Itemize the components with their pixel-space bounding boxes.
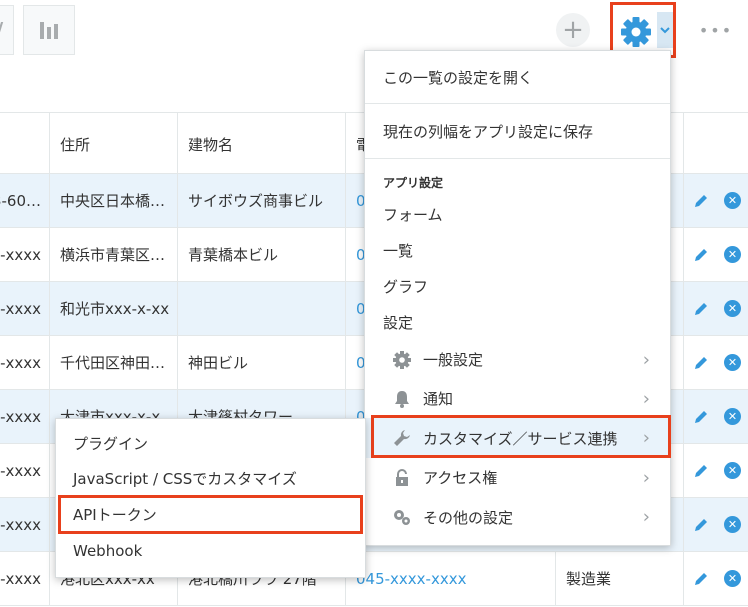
- menu-item-list[interactable]: 一覧: [365, 232, 670, 268]
- table-cell-address: 和光市xxx-x-xx: [49, 282, 177, 335]
- customize-submenu: プラグイン JavaScript / CSSでカスタマイズ APIトークン We…: [55, 418, 366, 578]
- submenu-item-js-css-customize[interactable]: JavaScript / CSSでカスタマイズ: [56, 461, 365, 496]
- menu-item-label: 一般設定: [423, 351, 484, 369]
- filter-icon: /: [0, 18, 3, 42]
- delete-icon[interactable]: ✕: [724, 516, 741, 533]
- delete-icon[interactable]: ✕: [724, 462, 741, 479]
- table-cell-address: 中央区日本橋…: [49, 174, 177, 227]
- bell-icon: [391, 388, 413, 410]
- column-header-address[interactable]: 住所: [49, 113, 177, 175]
- plus-icon: +: [562, 15, 584, 45]
- chevron-right-icon: ›: [642, 506, 650, 528]
- table-cell: 0-xxxx: [0, 407, 41, 426]
- filter-button[interactable]: /: [0, 5, 14, 55]
- row-actions: ✕: [683, 282, 748, 335]
- gear-icon: [391, 349, 413, 371]
- submenu-item-webhook[interactable]: Webhook: [56, 533, 365, 568]
- table-cell: 0-xxxx: [0, 461, 41, 480]
- chevron-down-icon[interactable]: [657, 12, 673, 48]
- menu-item-label: アクセス権: [423, 469, 498, 487]
- table-cell-building: 青葉橋本ビル: [177, 228, 345, 281]
- table-cell: -xxxx: [0, 353, 41, 372]
- menu-item-form[interactable]: フォーム: [365, 196, 670, 232]
- chevron-right-icon: ›: [642, 388, 650, 409]
- column-header-building[interactable]: 建物名: [177, 113, 345, 175]
- menu-item-other-settings[interactable]: その他の設定 ›: [365, 497, 670, 537]
- more-icon: •••: [698, 20, 734, 40]
- edit-pencil-icon[interactable]: [692, 192, 710, 210]
- row-actions: ✕: [683, 552, 748, 605]
- table-cell-phone[interactable]: 045-xxxx-xxxx: [345, 552, 555, 605]
- more-options-button[interactable]: •••: [696, 12, 736, 48]
- row-actions: ✕: [683, 498, 748, 551]
- menu-item-label: 通知: [423, 390, 454, 408]
- chevron-right-icon: ›: [642, 427, 650, 449]
- edit-pencil-icon[interactable]: [692, 300, 710, 318]
- bar-chart-icon: [40, 22, 58, 39]
- delete-icon[interactable]: ✕: [724, 300, 741, 317]
- edit-pencil-icon[interactable]: [692, 408, 710, 426]
- menu-item-label: カスタマイズ／サービス連携: [423, 429, 618, 448]
- menu-item-save-column-width[interactable]: 現在の列幅をアプリ設定に保存: [365, 104, 670, 158]
- menu-item-label: その他の設定: [423, 508, 514, 527]
- menu-item-customize-services[interactable]: カスタマイズ／サービス連携 ›: [365, 418, 670, 458]
- delete-icon[interactable]: ✕: [724, 570, 741, 587]
- menu-item-access-rights[interactable]: アクセス権 ›: [365, 458, 670, 497]
- row-actions: ✕: [683, 390, 748, 443]
- row-actions: ✕: [683, 174, 748, 227]
- table-cell: -xxxx: [0, 299, 41, 318]
- submenu-item-plugin[interactable]: プラグイン: [56, 426, 365, 461]
- row-actions: ✕: [683, 228, 748, 281]
- table-cell-building: サイボウズ商事ビル: [177, 174, 345, 227]
- gear-icon: [619, 15, 653, 49]
- menu-item-settings[interactable]: 設定: [365, 304, 670, 340]
- chevron-right-icon: ›: [642, 467, 650, 488]
- column-header-actions: [683, 113, 748, 175]
- edit-pencil-icon[interactable]: [692, 516, 710, 534]
- edit-pencil-icon[interactable]: [692, 462, 710, 480]
- table-cell-building: 神田ビル: [177, 336, 345, 389]
- table-cell-address: 千代田区神田…: [49, 336, 177, 389]
- table-cell-building: [177, 282, 345, 335]
- menu-item-open-list-settings[interactable]: この一覧の設定を開く: [365, 51, 670, 103]
- edit-pencil-icon[interactable]: [692, 246, 710, 264]
- menu-item-graph[interactable]: グラフ: [365, 268, 670, 304]
- delete-icon[interactable]: ✕: [724, 408, 741, 425]
- chevron-right-icon: ›: [642, 349, 650, 370]
- delete-icon[interactable]: ✕: [724, 354, 741, 371]
- menu-item-notification[interactable]: 通知 ›: [365, 379, 670, 418]
- row-actions: ✕: [683, 336, 748, 389]
- delete-icon[interactable]: ✕: [724, 192, 741, 209]
- lock-icon: [391, 467, 413, 489]
- add-record-button[interactable]: +: [556, 13, 590, 47]
- delete-icon[interactable]: ✕: [724, 246, 741, 263]
- graph-button[interactable]: [23, 5, 75, 55]
- table-cell: 0-xxxx: [0, 515, 41, 534]
- menu-divider: [365, 158, 670, 159]
- menu-section-app-settings: アプリ設定: [383, 175, 444, 190]
- settings-dropdown-menu: この一覧の設定を開く 現在の列幅をアプリ設定に保存 アプリ設定 フォーム 一覧 …: [364, 50, 671, 546]
- gears-icon: [391, 506, 413, 528]
- table-cell-industry: 製造業: [555, 552, 683, 605]
- submenu-item-api-token[interactable]: APIトークン: [56, 497, 365, 532]
- table-cell: 2-xxxx: [0, 569, 41, 588]
- table-cell: -xxxx: [0, 245, 41, 264]
- edit-pencil-icon[interactable]: [692, 354, 710, 372]
- edit-pencil-icon[interactable]: [692, 570, 710, 588]
- table-cell-address: 横浜市青葉区…: [49, 228, 177, 281]
- row-actions: ✕: [683, 444, 748, 497]
- table-cell: 3-60…: [0, 191, 41, 210]
- menu-item-general-settings[interactable]: 一般設定 ›: [365, 340, 670, 379]
- wrench-icon: [391, 427, 413, 449]
